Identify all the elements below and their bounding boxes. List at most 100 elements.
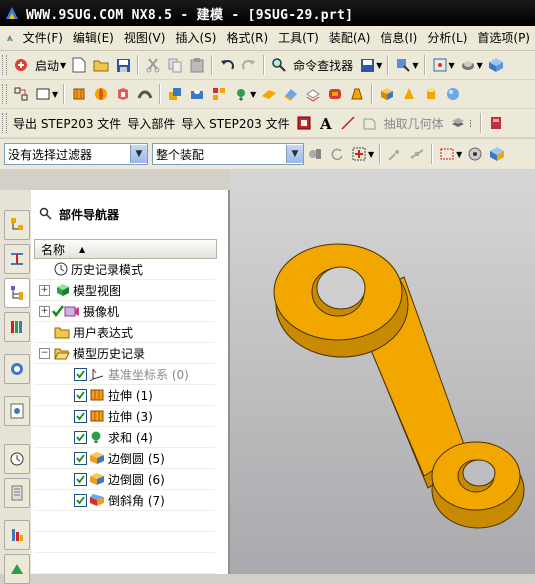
chevron-down-icon[interactable]: ▼ xyxy=(449,61,455,70)
export-step203-button[interactable]: 导出 STEP203 文件 xyxy=(13,115,121,132)
start-icon[interactable] xyxy=(10,54,32,76)
menu-preferences[interactable]: 首选项(P) xyxy=(472,26,535,50)
snap-endpoint-icon[interactable] xyxy=(384,143,406,165)
assembly-icon[interactable] xyxy=(485,112,507,134)
extract-geometry-button[interactable]: 抽取几何体 xyxy=(384,115,444,132)
tree-node-chamfer-7[interactable]: 倒斜角 (7) xyxy=(34,490,215,511)
command-finder-icon[interactable] xyxy=(268,54,290,76)
chevron-down-icon[interactable]: ▼ xyxy=(130,145,147,163)
visibility-checkbox[interactable] xyxy=(74,367,87,381)
system-materials-tab[interactable] xyxy=(4,478,30,508)
undo-icon[interactable] xyxy=(216,54,238,76)
connecting-rod-model[interactable] xyxy=(230,170,535,574)
tree-node-history-mode[interactable]: 历史记录模式 xyxy=(34,259,215,280)
split-body-icon[interactable] xyxy=(280,83,302,105)
visibility-checkbox[interactable] xyxy=(74,409,87,423)
assembly-navigator-tab[interactable] xyxy=(4,210,30,240)
chevron-down-icon[interactable]: ▼ xyxy=(286,145,303,163)
save-icon[interactable] xyxy=(112,54,134,76)
chevron-down-icon[interactable]: ▼ xyxy=(376,61,382,70)
visibility-checkbox[interactable] xyxy=(74,493,87,507)
blend-face-icon[interactable] xyxy=(324,83,346,105)
expand-icon[interactable]: + xyxy=(39,284,50,296)
tree-node-user-expressions[interactable]: 用户表达式 xyxy=(34,322,215,343)
chevron-down-icon[interactable]: ▼ xyxy=(412,61,418,70)
reuse-library-tab[interactable] xyxy=(4,312,30,342)
command-finder-button[interactable]: 命令查找器 xyxy=(293,57,353,74)
select-filter-icon[interactable] xyxy=(392,54,414,76)
stop-icon[interactable] xyxy=(293,112,315,134)
trim-body-icon[interactable] xyxy=(258,83,280,105)
sort-ascending-icon[interactable]: ▲ xyxy=(79,245,85,254)
tree-node-model-views[interactable]: + 模型视图 xyxy=(34,280,215,301)
web-browser-tab[interactable] xyxy=(4,396,30,426)
view-orient-icon[interactable] xyxy=(464,143,486,165)
selection-mode-icon[interactable] xyxy=(348,143,370,165)
menu-information[interactable]: 信息(I) xyxy=(375,26,422,50)
selection-scope-select[interactable]: 整个装配 ▼ xyxy=(152,143,304,165)
reset-filter-icon[interactable] xyxy=(326,143,348,165)
line-icon[interactable] xyxy=(337,112,359,134)
constraint-navigator-tab[interactable] xyxy=(4,244,30,274)
pattern-icon[interactable] xyxy=(208,83,230,105)
menu-file[interactable]: 文件(F) xyxy=(18,26,68,50)
toolbar-options-icon[interactable]: ⋮ xyxy=(467,119,475,128)
cube-view-icon[interactable] xyxy=(485,54,507,76)
visibility-checkbox[interactable] xyxy=(74,430,87,444)
move-face-icon[interactable] xyxy=(230,83,252,105)
text-icon[interactable]: A xyxy=(315,112,337,134)
toolbar-grip[interactable] xyxy=(2,55,7,75)
extrude-icon[interactable] xyxy=(68,83,90,105)
cone-icon[interactable] xyxy=(398,83,420,105)
new-file-icon[interactable] xyxy=(68,54,90,76)
cut-icon[interactable] xyxy=(142,54,164,76)
nx-menu-icon[interactable] xyxy=(6,30,14,46)
start-button[interactable]: 启动 xyxy=(35,57,59,74)
layer-settings-icon[interactable] xyxy=(447,112,469,134)
paste-icon[interactable] xyxy=(186,54,208,76)
system-scenes-tab[interactable] xyxy=(4,554,30,584)
menu-insert[interactable]: 插入(S) xyxy=(170,26,221,50)
cube-display-icon[interactable] xyxy=(486,143,508,165)
sketch-icon[interactable] xyxy=(10,83,32,105)
tree-node-model-history[interactable]: − 模型历史记录 xyxy=(34,343,215,364)
tree-node-edge-blend-6[interactable]: 边倒圆 (6) xyxy=(34,469,215,490)
hole-icon[interactable] xyxy=(186,83,208,105)
cylinder-icon[interactable] xyxy=(420,83,442,105)
chevron-down-icon[interactable]: ▼ xyxy=(368,150,374,159)
visibility-checkbox[interactable] xyxy=(74,388,87,402)
tree-node-cameras[interactable]: + 摄像机 xyxy=(34,301,215,322)
internet-explorer-tab[interactable] xyxy=(4,354,30,384)
part-navigator-tab[interactable] xyxy=(4,278,30,308)
snap-point-icon[interactable] xyxy=(429,54,451,76)
menu-assemblies[interactable]: 装配(A) xyxy=(324,26,376,50)
draft-icon[interactable] xyxy=(346,83,368,105)
sweep-icon[interactable] xyxy=(134,83,156,105)
menu-analysis[interactable]: 分析(L) xyxy=(422,26,472,50)
toolbar-grip[interactable] xyxy=(2,113,7,133)
render-style-icon[interactable] xyxy=(457,54,479,76)
toolbar-grip[interactable] xyxy=(2,84,7,104)
block-icon[interactable] xyxy=(376,83,398,105)
shell-icon[interactable] xyxy=(112,83,134,105)
rectangle-select-icon[interactable] xyxy=(436,143,458,165)
tree-node-datum-csys[interactable]: 基准坐标系 (0) xyxy=(34,364,215,385)
import-part-button[interactable]: 导入部件 xyxy=(127,115,175,132)
pin-icon[interactable] xyxy=(39,207,53,221)
column-header-name[interactable]: 名称 ▲ xyxy=(34,239,217,259)
tree-node-edge-blend-5[interactable]: 边倒圆 (5) xyxy=(34,448,215,469)
copy-icon[interactable] xyxy=(164,54,186,76)
graphics-window[interactable] xyxy=(230,170,535,574)
history-palette-tab[interactable] xyxy=(4,444,30,474)
visibility-checkbox[interactable] xyxy=(74,451,87,465)
collapse-icon[interactable]: − xyxy=(39,347,50,359)
chevron-down-icon[interactable]: ▼ xyxy=(456,150,462,159)
rectangle-icon[interactable] xyxy=(32,83,54,105)
visibility-checkbox[interactable] xyxy=(74,472,87,486)
unite-icon[interactable] xyxy=(164,83,186,105)
import-step203-button[interactable]: 导入 STEP203 文件 xyxy=(181,115,289,132)
tree-node-unite-4[interactable]: 求和 (4) xyxy=(34,427,215,448)
offset-face-icon[interactable] xyxy=(302,83,324,105)
chevron-down-icon[interactable]: ▼ xyxy=(250,90,256,99)
menu-view[interactable]: 视图(V) xyxy=(119,26,171,50)
